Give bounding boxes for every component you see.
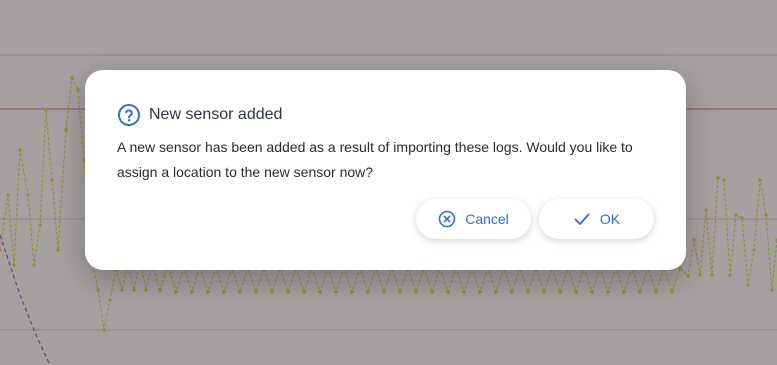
dialog-message: A new sensor has been added as a result … [117,139,633,180]
cancel-button[interactable]: Cancel [416,199,531,239]
new-sensor-dialog: New sensor added A new sensor has been a… [85,70,686,270]
ok-button[interactable]: OK [539,199,654,239]
dialog-title: New sensor added [149,106,283,123]
ok-button-label: OK [599,211,621,227]
x-circle-icon [438,210,456,228]
cancel-button-label: Cancel [465,211,509,227]
dialog-header: New sensor added [117,103,282,127]
question-circle-icon [117,103,141,127]
checkmark-icon [573,210,591,228]
